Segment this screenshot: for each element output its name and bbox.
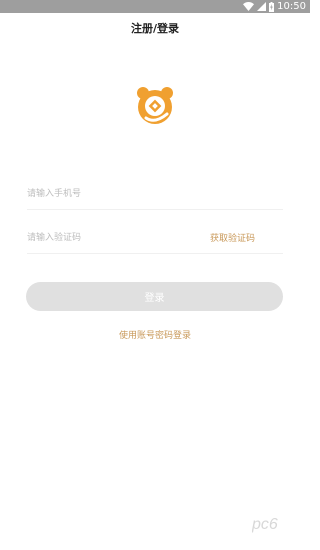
watermark-text: pc6	[252, 516, 278, 533]
login-button[interactable]: 登录	[26, 282, 283, 311]
pc6-watermark: pc6	[252, 516, 278, 533]
status-icons: 10:50	[243, 0, 306, 13]
phone-input[interactable]	[27, 183, 197, 205]
code-input[interactable]	[27, 227, 197, 249]
page-title: 注册/登录	[130, 22, 180, 35]
battery-icon	[269, 1, 275, 12]
code-field: 获取验证码	[27, 227, 283, 254]
phone-field	[27, 183, 283, 210]
status-bar: 10:50	[0, 0, 310, 13]
signal-icon	[257, 2, 267, 11]
app-logo	[137, 87, 173, 124]
wifi-icon	[243, 2, 255, 11]
account-password-login-link[interactable]: 使用账号密码登录	[0, 328, 310, 341]
status-time: 10:50	[277, 1, 306, 12]
get-code-button[interactable]: 获取验证码	[210, 231, 255, 244]
